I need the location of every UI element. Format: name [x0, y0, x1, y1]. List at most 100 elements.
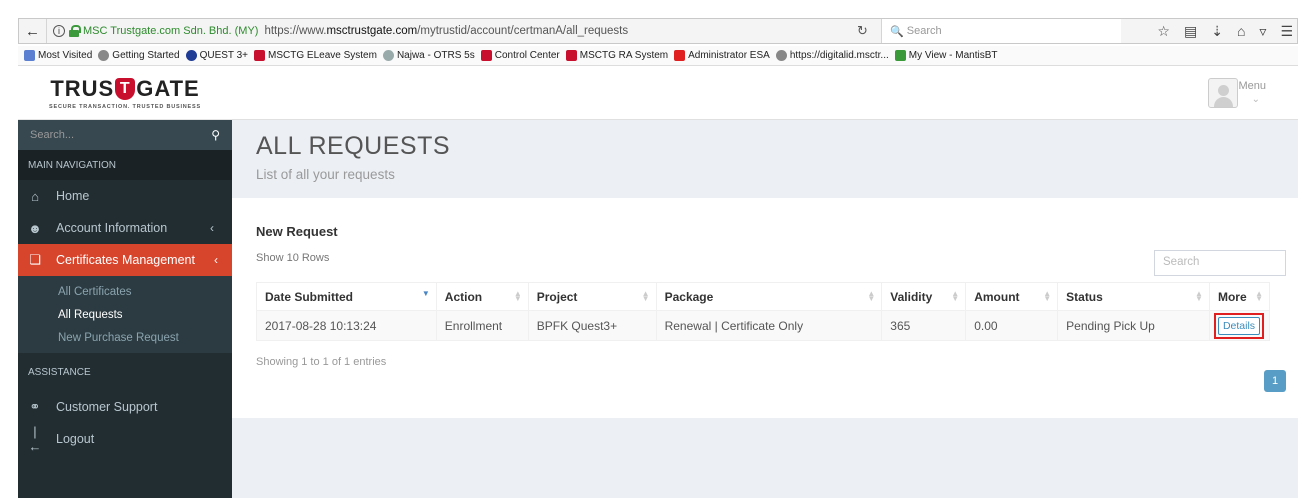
table-info: Showing 1 to 1 of 1 entries — [256, 356, 387, 368]
column-header-action[interactable]: Action ▲ ▼ — [435, 282, 529, 311]
details-button[interactable]: Details — [1217, 316, 1261, 335]
sort-icon: ▲ ▼ — [641, 289, 650, 303]
search-icon[interactable]: ⚲ — [211, 128, 220, 142]
quest-icon — [185, 50, 197, 61]
back-arrow-icon[interactable]: ← — [19, 19, 47, 43]
column-header-amount[interactable]: Amount ▲ ▼ — [965, 282, 1059, 311]
bookmark-item[interactable]: Most Visited — [24, 50, 92, 61]
bookmark-item[interactable]: MSCTG ELeave System — [254, 50, 377, 61]
top-navbar: Menu ⌄ — [232, 66, 1298, 120]
logout-icon: |← — [28, 424, 42, 454]
show-rows-selector[interactable]: Show 10 Rows — [256, 252, 329, 264]
trustgate-icon — [480, 50, 492, 61]
main-navigation-header: MAIN NAVIGATION — [18, 150, 232, 180]
logo-tagline: SECURE TRANSACTION. TRUSTED BUSINESS — [49, 103, 201, 110]
certificates-submenu: All Certificates All Requests New Purcha… — [18, 276, 232, 353]
cell-action: Enrollment — [435, 310, 529, 341]
reload-icon[interactable]: ↻ — [857, 23, 868, 39]
sort-icon: ▲ ▼ — [951, 289, 960, 303]
cell-status: Pending Pick Up — [1057, 310, 1210, 341]
column-header-validity[interactable]: Validity ▲ ▼ — [881, 282, 967, 311]
sort-icon: ▲ ▼ — [867, 289, 876, 303]
sidebar-item-certificates-management[interactable]: ❏ Certificates Management ‹ — [18, 244, 232, 276]
reading-list-icon[interactable]: ▤ — [1184, 23, 1197, 40]
chevron-down-icon[interactable]: ⌄ — [1252, 94, 1260, 105]
trustgate-icon — [565, 50, 577, 61]
cell-project: BPFK Quest3+ — [527, 310, 657, 341]
hamburger-menu-icon[interactable]: ☰ — [1280, 23, 1293, 40]
otrs-icon — [382, 50, 394, 61]
avatar[interactable] — [1208, 78, 1238, 108]
browser-search-input[interactable]: 🔍 Search — [881, 19, 1121, 43]
sort-icon: ▲ ▼ — [1195, 289, 1203, 303]
cell-package: Renewal | Certificate Only — [655, 310, 883, 341]
logo[interactable]: TRUS T GATE SECURE TRANSACTION. TRUSTED BU… — [18, 66, 232, 120]
pagination-page-1[interactable]: 1 — [1264, 370, 1286, 392]
mantis-icon — [894, 50, 906, 61]
bookmark-item[interactable]: Administrator ESA — [674, 50, 770, 61]
sort-icon: ▲ ▼ — [513, 289, 522, 303]
details-highlight: Details — [1213, 312, 1265, 339]
trustgate-icon — [254, 50, 266, 61]
admin-icon — [674, 50, 686, 61]
chevron-left-icon: ‹ — [214, 253, 218, 267]
headset-icon: ⚭ — [29, 399, 41, 414]
certificates-icon: ❏ — [29, 252, 41, 267]
submenu-new-purchase-request[interactable]: New Purchase Request — [18, 326, 232, 349]
bookmark-item[interactable]: https://digitalid.msctr... — [775, 50, 889, 61]
url-text[interactable]: https://www.msctrustgate.com/mytrustid/a… — [264, 25, 628, 37]
info-icon[interactable]: i — [53, 25, 65, 37]
menu-label[interactable]: Menu — [1238, 80, 1266, 92]
bookmark-item[interactable]: Control Center — [480, 50, 560, 61]
cell-validity: 365 — [881, 310, 967, 341]
home-icon: ⌂ — [31, 188, 39, 204]
bookmarks-bar: Most Visited Getting Started QUEST 3+ MS… — [18, 46, 1298, 66]
page-title: ALL REQUESTS — [256, 132, 451, 160]
cell-more: Details — [1208, 310, 1271, 341]
table-search-input[interactable]: Search — [1154, 250, 1286, 276]
chevron-left-icon: ‹ — [210, 221, 214, 235]
assistance-header: ASSISTANCE — [18, 353, 232, 391]
column-header-status[interactable]: Status ▲ ▼ — [1057, 282, 1210, 311]
bookmark-item[interactable]: Getting Started — [98, 50, 180, 61]
globe-icon — [775, 50, 787, 61]
star-bookmark-icon[interactable]: ☆ — [1157, 23, 1170, 40]
column-header-date-submitted[interactable]: Date Submitted ▼ — [256, 282, 437, 311]
pocket-icon[interactable]: ▿ — [1259, 23, 1266, 40]
sidebar-item-home[interactable]: ⌂ Home — [18, 180, 232, 212]
sidebar: TRUS T GATE SECURE TRANSACTION. TRUSTED BU… — [18, 66, 232, 498]
logo-mark: T — [115, 77, 136, 100]
submenu-all-certificates[interactable]: All Certificates — [18, 280, 232, 303]
page-subtitle: List of all your requests — [256, 167, 395, 182]
bookmark-item[interactable]: MSCTG RA System — [565, 50, 668, 61]
sidebar-item-account-information[interactable]: ☻ Account Information ‹ — [18, 212, 232, 244]
content-header: ALL REQUESTS List of all your requests — [232, 120, 1298, 198]
panel-title: New Request — [256, 224, 338, 239]
sidebar-search-input[interactable]: Search... ⚲ — [18, 120, 232, 150]
app-root: TRUS T GATE SECURE TRANSACTION. TRUSTED BU… — [18, 66, 1298, 498]
sort-desc-icon: ▼ — [421, 289, 430, 298]
sidebar-item-customer-support[interactable]: ⚭ Customer Support — [18, 391, 232, 423]
bookmark-item[interactable]: Najwa - OTRS 5s — [382, 50, 475, 61]
site-identity: MSC Trustgate.com Sdn. Bhd. (MY) — [83, 25, 259, 37]
home-browser-icon[interactable]: ⌂ — [1237, 23, 1245, 39]
bookmark-item[interactable]: QUEST 3+ — [185, 50, 248, 61]
requests-table: Date Submitted ▼ Action ▲ ▼ Project ▲ ▼ Packa… — [256, 282, 1271, 341]
sidebar-item-logout[interactable]: |← Logout — [18, 423, 232, 455]
table-header-row: Date Submitted ▼ Action ▲ ▼ Project ▲ ▼ Packa… — [256, 282, 1271, 311]
browser-address-bar[interactable]: ← i MSC Trustgate.com Sdn. Bhd. (MY) htt… — [18, 18, 1298, 44]
column-header-package[interactable]: Package ▲ ▼ — [655, 282, 883, 311]
sort-icon: ▲ ▼ — [1043, 289, 1052, 303]
globe-icon — [98, 50, 110, 61]
column-header-more[interactable]: More ▲ ▼ — [1208, 282, 1271, 311]
table-row: 2017-08-28 10:13:24 Enrollment BPFK Ques… — [256, 310, 1271, 341]
lock-icon — [69, 25, 81, 37]
sort-icon: ▲ ▼ — [1255, 289, 1263, 303]
submenu-all-requests[interactable]: All Requests — [18, 303, 232, 326]
bookmark-item[interactable]: My View - MantisBT — [894, 50, 998, 61]
column-header-project[interactable]: Project ▲ ▼ — [527, 282, 657, 311]
cell-amount: 0.00 — [965, 310, 1059, 341]
user-icon: ☻ — [28, 220, 42, 236]
cell-date-submitted: 2017-08-28 10:13:24 — [256, 310, 437, 341]
download-icon[interactable]: ⇣ — [1211, 23, 1223, 40]
